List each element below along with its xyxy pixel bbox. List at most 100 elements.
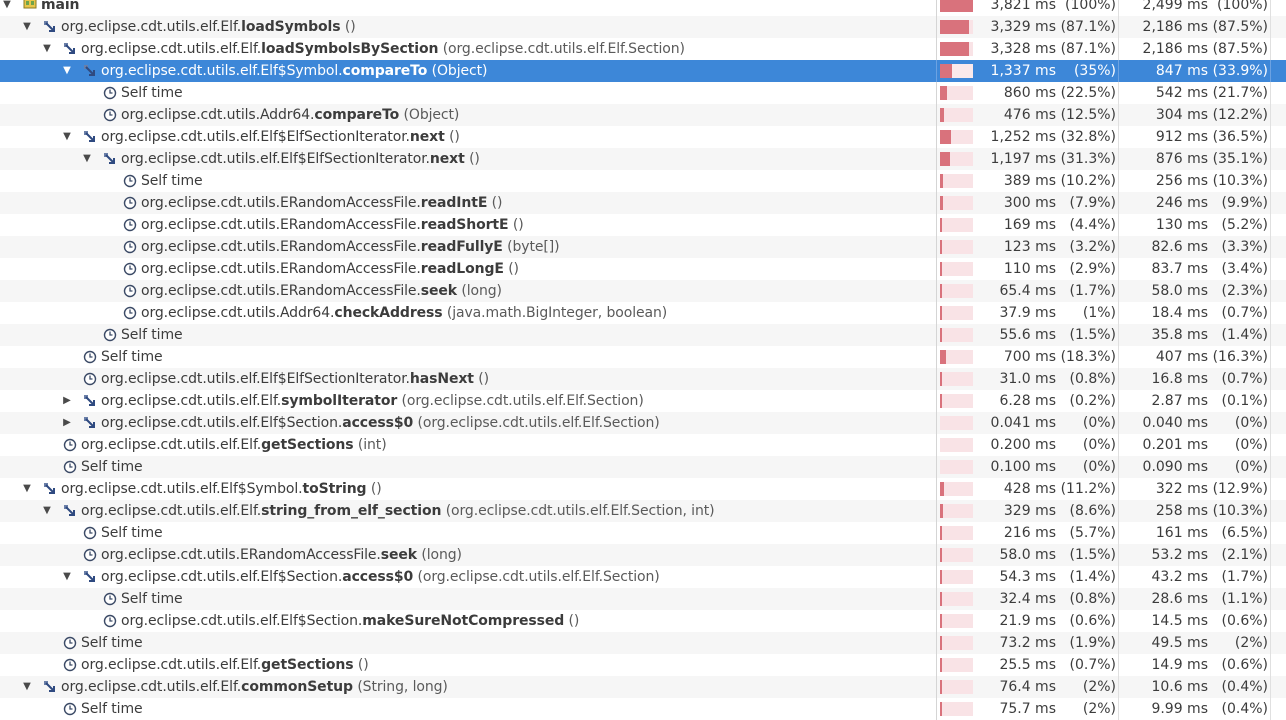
expand-arrow-down-icon[interactable]: ▼ (61, 60, 73, 82)
tree-row[interactable]: org.eclipse.cdt.utils.ERandomAccessFile.… (0, 258, 1286, 280)
tree-row[interactable]: Self time 73.2 ms (1.9%) 49.5 ms (2%) (0, 632, 1286, 654)
time-bar-track (940, 152, 973, 166)
method-label: Self time (101, 522, 163, 544)
method-name: next (409, 129, 445, 145)
column-divider (1118, 346, 1119, 368)
method-name: main (41, 0, 80, 13)
tree-row[interactable]: org.eclipse.cdt.utils.Addr64.checkAddres… (0, 302, 1286, 324)
tree-row[interactable]: Self time 55.6 ms (1.5%) 35.8 ms (1.4%) (0, 324, 1286, 346)
column-divider (1270, 676, 1271, 698)
method-args: (Object) (399, 107, 460, 123)
expand-arrow-right-icon[interactable]: ▶ (61, 390, 73, 412)
total-time-value: 329 ms (1003, 503, 1056, 519)
tree-row[interactable]: ▼ org.eclipse.cdt.utils.elf.Elf$Symbol.to… (0, 478, 1286, 500)
expand-arrow-down-icon[interactable]: ▼ (81, 148, 93, 170)
method-call-icon (63, 42, 77, 56)
expand-arrow-down-icon[interactable]: ▼ (21, 16, 33, 38)
tree-row[interactable]: ▼ main 3,821 ms (100%) 2,499 ms (100%) (0, 0, 1286, 16)
method-class-prefix: org.eclipse.cdt.utils.elf.Elf$ElfSection… (121, 151, 430, 167)
expand-arrow-down-icon[interactable]: ▼ (61, 566, 73, 588)
time-bar-fill (940, 394, 942, 408)
column-divider (1118, 104, 1119, 126)
self-time-clock-icon (123, 196, 137, 210)
method-call-icon (83, 394, 97, 408)
cpu-time-percent: (0.7%) (1221, 305, 1269, 321)
tree-row[interactable]: org.eclipse.cdt.utils.elf.Elf$Section.ma… (0, 610, 1286, 632)
cpu-time-percent: (35.1%) (1212, 151, 1268, 167)
tree-row[interactable]: org.eclipse.cdt.utils.elf.Elf$ElfSection… (0, 368, 1286, 390)
column-divider (1270, 368, 1271, 390)
method-class-prefix: org.eclipse.cdt.utils.ERandomAccessFile. (141, 217, 421, 233)
total-time-percent: (0%) (1082, 415, 1116, 431)
method-class-prefix: org.eclipse.cdt.utils.elf.Elf. (81, 503, 262, 519)
method-cell: org.eclipse.cdt.utils.elf.Elf$Section.ma… (0, 610, 936, 632)
method-class-prefix: org.eclipse.cdt.utils.elf.Elf$Section. (101, 569, 343, 585)
tree-row[interactable]: ▼ org.eclipse.cdt.utils.elf.Elf$Section.a… (0, 566, 1286, 588)
time-bar-track (940, 438, 973, 452)
cpu-time-value: 0.090 ms (1142, 459, 1208, 475)
column-divider (1270, 214, 1271, 236)
tree-row[interactable]: org.eclipse.cdt.utils.ERandomAccessFile.… (0, 214, 1286, 236)
expand-arrow-down-icon[interactable]: ▼ (21, 478, 33, 500)
tree-row[interactable]: org.eclipse.cdt.utils.Addr64.compareTo (… (0, 104, 1286, 126)
tree-row[interactable]: ▶ org.eclipse.cdt.utils.elf.Elf$Section.a… (0, 412, 1286, 434)
time-bar (936, 566, 983, 588)
tree-row[interactable]: org.eclipse.cdt.utils.elf.Elf.getSection… (0, 654, 1286, 676)
expand-arrow-down-icon[interactable]: ▼ (21, 676, 33, 698)
cpu-time-value: 246 ms (1155, 195, 1208, 211)
tree-row[interactable]: org.eclipse.cdt.utils.ERandomAccessFile.… (0, 544, 1286, 566)
tree-row[interactable]: Self time 700 ms (18.3%) 407 ms (16.3%) (0, 346, 1286, 368)
time-bar-track (940, 240, 973, 254)
time-bar-fill (940, 262, 942, 276)
time-bar (936, 16, 983, 38)
tree-row[interactable]: ▶ org.eclipse.cdt.utils.elf.Elf.symbolIte… (0, 390, 1286, 412)
expand-arrow-down-icon[interactable]: ▼ (41, 38, 53, 60)
method-cell: ▶ org.eclipse.cdt.utils.elf.Elf.symbolIte… (0, 390, 936, 412)
tree-row[interactable]: Self time 32.4 ms (0.8%) 28.6 ms (1.1%) (0, 588, 1286, 610)
time-bar-fill (940, 592, 942, 606)
tree-row[interactable]: ▼ org.eclipse.cdt.utils.elf.Elf$Symbol.co… (0, 60, 1286, 82)
tree-row[interactable]: ▼ org.eclipse.cdt.utils.elf.Elf$ElfSectio… (0, 126, 1286, 148)
tree-row[interactable]: org.eclipse.cdt.utils.ERandomAccessFile.… (0, 236, 1286, 258)
cpu-time-value: 49.5 ms (1151, 635, 1208, 651)
time-bar (936, 368, 983, 390)
total-time-percent: (2%) (1082, 679, 1116, 695)
tree-row[interactable]: Self time 389 ms (10.2%) 256 ms (10.3%) (0, 170, 1286, 192)
method-class-prefix: org.eclipse.cdt.utils.elf.Elf. (61, 19, 242, 35)
self-time-label: Self time (121, 327, 183, 343)
cpu-time-value: 2,186 ms (1142, 19, 1208, 35)
total-time-percent: (1.5%) (1069, 547, 1117, 563)
time-bar-fill (940, 328, 942, 342)
self-time-clock-icon (103, 86, 117, 100)
tree-row[interactable]: Self time 216 ms (5.7%) 161 ms (6.5%) (0, 522, 1286, 544)
tree-row[interactable]: ▼ org.eclipse.cdt.utils.elf.Elf.commonSet… (0, 676, 1286, 698)
expand-arrow-down-icon[interactable]: ▼ (1, 0, 13, 16)
total-time-value: 55.6 ms (999, 327, 1056, 343)
column-divider (1270, 60, 1271, 82)
total-time-percent: (87.1%) (1060, 41, 1116, 57)
method-label: org.eclipse.cdt.utils.elf.Elf.symbolIter… (101, 390, 644, 412)
cpu-time-percent: (1.7%) (1221, 569, 1269, 585)
cpu-time-value: 83.7 ms (1151, 261, 1208, 277)
tree-row[interactable]: Self time 860 ms (22.5%) 542 ms (21.7%) (0, 82, 1286, 104)
expand-arrow-down-icon[interactable]: ▼ (41, 500, 53, 522)
tree-row[interactable]: ▼ org.eclipse.cdt.utils.elf.Elf.string_fr… (0, 500, 1286, 522)
method-name: access$0 (342, 569, 414, 585)
tree-row[interactable]: ▼ org.eclipse.cdt.utils.elf.Elf.loadSymbo… (0, 38, 1286, 60)
tree-row[interactable]: org.eclipse.cdt.utils.ERandomAccessFile.… (0, 280, 1286, 302)
method-call-icon (103, 152, 117, 166)
expand-arrow-right-icon[interactable]: ▶ (61, 412, 73, 434)
self-time-label: Self time (101, 525, 163, 541)
expand-arrow-down-icon[interactable]: ▼ (61, 126, 73, 148)
method-label: org.eclipse.cdt.utils.ERandomAccessFile.… (101, 544, 462, 566)
method-args: (org.eclipse.cdt.utils.elf.Elf.Section) (397, 393, 644, 409)
column-divider (1118, 390, 1119, 412)
tree-row[interactable]: Self time 0.100 ms (0%) 0.090 ms (0%) (0, 456, 1286, 478)
tree-row[interactable]: org.eclipse.cdt.utils.ERandomAccessFile.… (0, 192, 1286, 214)
time-bar-fill (940, 350, 946, 364)
column-divider (1118, 610, 1119, 632)
method-label: org.eclipse.cdt.utils.Addr64.checkAddres… (141, 302, 667, 324)
tree-row[interactable]: ▼ org.eclipse.cdt.utils.elf.Elf.loadSymbo… (0, 16, 1286, 38)
tree-row[interactable]: org.eclipse.cdt.utils.elf.Elf.getSection… (0, 434, 1286, 456)
tree-row[interactable]: ▼ org.eclipse.cdt.utils.elf.Elf$ElfSectio… (0, 148, 1286, 170)
